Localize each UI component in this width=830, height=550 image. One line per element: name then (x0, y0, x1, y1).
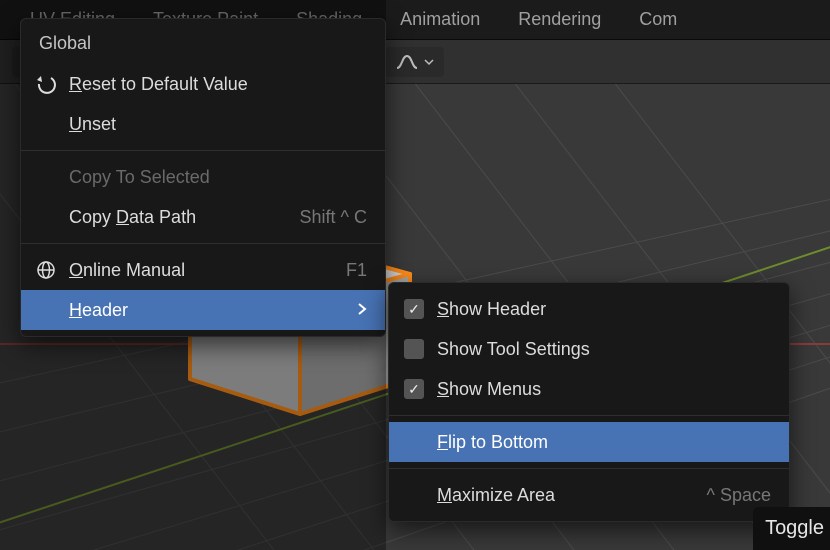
context-menu-title: Global (21, 25, 385, 64)
tab-rendering[interactable]: Rendering (500, 4, 619, 35)
submenu-item-maximize-area[interactable]: Maximize Area ^ Space (389, 475, 789, 515)
chevron-right-icon (357, 300, 367, 321)
context-menu: Global Reset to Default Value Unset Copy… (20, 18, 386, 337)
globe-icon (35, 260, 57, 280)
menu-item-header[interactable]: Header (21, 290, 385, 330)
menu-item-unset[interactable]: Unset (21, 104, 385, 144)
copy-data-path-label: Copy Data Path (69, 207, 288, 228)
checkbox-checked-icon: ✓ (404, 299, 424, 319)
toggle-tooltip-fragment: Toggle (753, 507, 830, 550)
menu-separator (389, 468, 789, 469)
menu-separator (21, 150, 385, 151)
unset-label: Unset (69, 114, 367, 135)
submenu-item-flip-to-bottom[interactable]: Flip to Bottom (389, 422, 789, 462)
menu-item-online-manual[interactable]: Online Manual F1 (21, 250, 385, 290)
flip-bottom-label: Flip to Bottom (437, 432, 771, 453)
submenu-item-show-header[interactable]: ✓ Show Header (389, 289, 789, 329)
tab-compositing[interactable]: Com (621, 4, 695, 35)
show-tool-settings-label: Show Tool Settings (437, 339, 771, 360)
online-manual-shortcut: F1 (346, 260, 367, 281)
checkbox-unchecked-icon (404, 339, 424, 359)
undo-arrow-icon (35, 74, 57, 94)
maximize-area-label: Maximize Area (437, 485, 695, 506)
copy-selected-label: Copy To Selected (69, 167, 367, 188)
tab-animation[interactable]: Animation (382, 4, 498, 35)
proportional-falloff-dropdown[interactable] (386, 47, 444, 77)
online-manual-label: Online Manual (69, 260, 334, 281)
header-label: Header (69, 300, 345, 321)
menu-separator (389, 415, 789, 416)
maximize-area-shortcut: ^ Space (707, 485, 772, 506)
show-header-label: Show Header (437, 299, 771, 320)
menu-item-copy-data-path[interactable]: Copy Data Path Shift ^ C (21, 197, 385, 237)
show-menus-label: Show Menus (437, 379, 771, 400)
menu-item-copy-to-selected: Copy To Selected (21, 157, 385, 197)
submenu-item-show-menus[interactable]: ✓ Show Menus (389, 369, 789, 409)
copy-data-path-shortcut: Shift ^ C (300, 207, 367, 228)
menu-item-reset-default[interactable]: Reset to Default Value (21, 64, 385, 104)
menu-separator (21, 243, 385, 244)
reset-label: Reset to Default Value (69, 74, 367, 95)
checkbox-checked-icon: ✓ (404, 379, 424, 399)
submenu-item-show-tool-settings[interactable]: Show Tool Settings (389, 329, 789, 369)
header-submenu: ✓ Show Header Show Tool Settings ✓ Show … (388, 282, 790, 522)
